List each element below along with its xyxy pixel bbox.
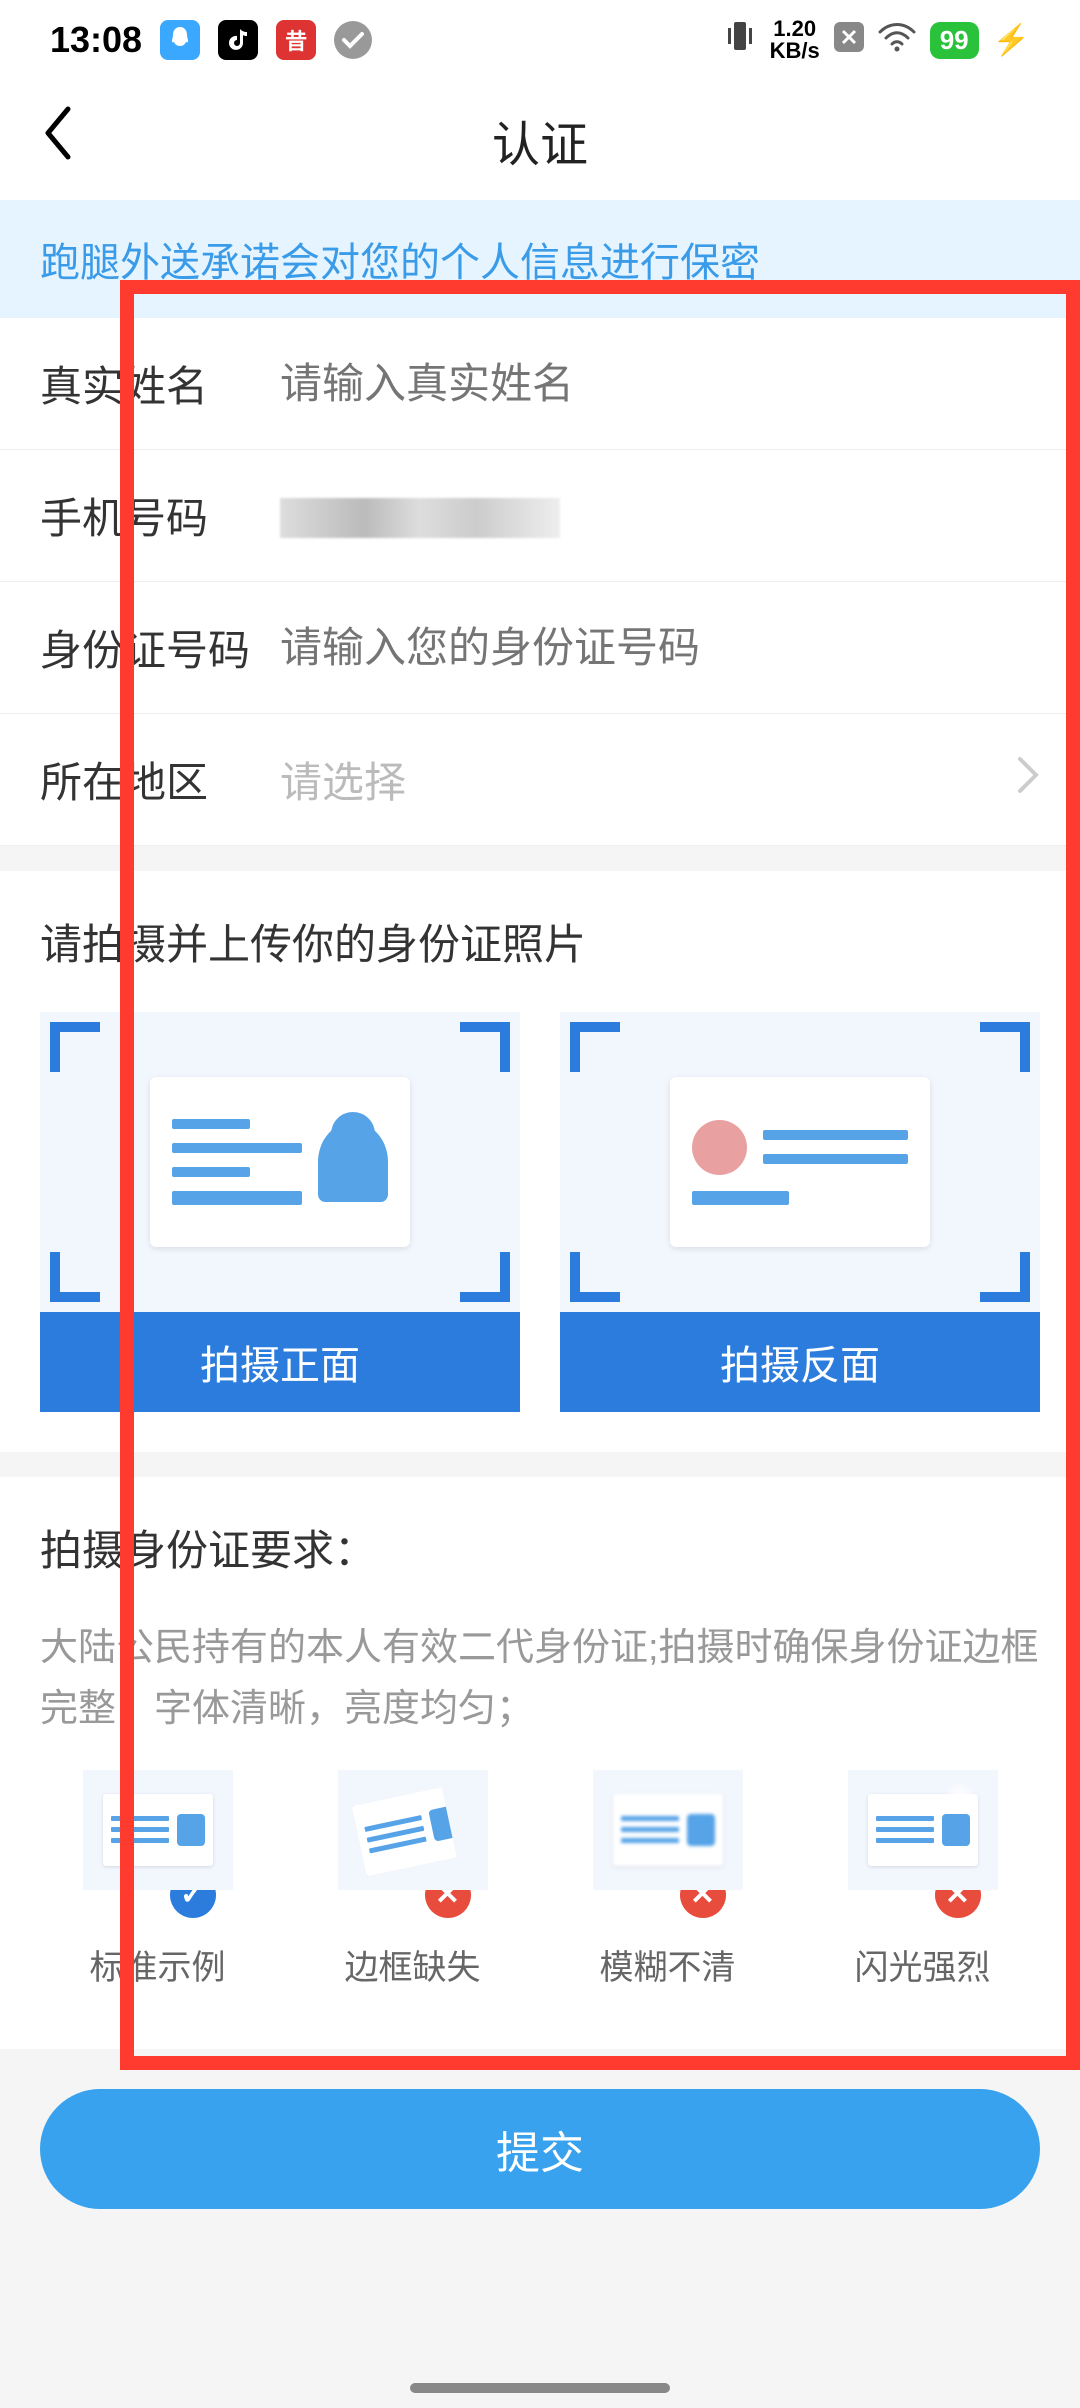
- wifi-icon: [878, 19, 916, 61]
- example-label: 模糊不清: [600, 1940, 736, 1989]
- form-section: 真实姓名 手机号码 身份证号码 所在地区 请选择: [0, 318, 1080, 846]
- corner-icon: [570, 1252, 620, 1302]
- capture-section: 请拍摄并上传你的身份证照片: [0, 871, 1080, 1452]
- app-icon-red: 昔: [276, 20, 316, 60]
- example-standard-img: [83, 1770, 233, 1890]
- capture-front-button[interactable]: 拍摄正面: [40, 1312, 520, 1412]
- person-icon: [318, 1122, 388, 1202]
- status-left: 13:08 昔: [50, 19, 372, 61]
- speed-value: 1.20: [770, 18, 820, 40]
- corner-icon: [50, 1252, 100, 1302]
- row-id-number: 身份证号码: [0, 582, 1080, 714]
- idnum-input[interactable]: [280, 624, 1040, 672]
- name-label: 真实姓名: [40, 353, 280, 414]
- chevron-right-icon: [1016, 755, 1040, 805]
- example-label: 闪光强烈: [855, 1940, 991, 1989]
- submit-button[interactable]: 提交: [40, 2089, 1040, 2209]
- example-standard: ✓ 标准示例: [40, 1770, 275, 1989]
- emblem-icon: [692, 1120, 747, 1175]
- id-front-illustration: [150, 1077, 410, 1247]
- charging-icon: ⚡: [993, 23, 1030, 58]
- corner-icon: [50, 1022, 100, 1072]
- app-icon-qq: [160, 20, 200, 60]
- row-region[interactable]: 所在地区 请选择: [0, 714, 1080, 846]
- example-label: 边框缺失: [345, 1940, 481, 1989]
- example-border-img: [338, 1770, 488, 1890]
- row-real-name: 真实姓名: [0, 318, 1080, 450]
- back-button[interactable]: [40, 105, 74, 175]
- example-blurry-img: [593, 1770, 743, 1890]
- status-bar: 13:08 昔 1.20 KB/s 99 ⚡: [0, 0, 1080, 80]
- privacy-banner: 跑腿外送承诺会对您的个人信息进行保密: [0, 200, 1080, 318]
- region-label: 所在地区: [40, 749, 280, 810]
- corner-icon: [460, 1022, 510, 1072]
- examples-row: ✓ 标准示例 ✕ 边框缺失 ✕ 模糊不清 ✕ 闪光强烈: [40, 1770, 1040, 2009]
- example-flash: ✕ 闪光强烈: [805, 1770, 1040, 1989]
- requirements-title: 拍摄身份证要求：: [40, 1517, 1040, 1578]
- status-time: 13:08: [50, 19, 142, 61]
- vibrate-icon: [724, 18, 756, 63]
- id-front-preview[interactable]: [40, 1012, 520, 1312]
- check-icon: [334, 21, 372, 59]
- requirements-desc: 大陆公民持有的本人有效二代身份证;拍摄时确保身份证边框完整，字体清晰，亮度均匀；: [40, 1618, 1040, 1740]
- close-square-icon: [834, 19, 864, 61]
- phone-value[interactable]: [280, 492, 1040, 540]
- speed-unit: KB/s: [770, 40, 820, 62]
- banner-text: 跑腿外送承诺会对您的个人信息进行保密: [40, 241, 760, 285]
- capture-front-label: 拍摄正面: [200, 1333, 360, 1391]
- header: 认证: [0, 80, 1080, 200]
- capture-card-front: 拍摄正面: [40, 1012, 520, 1412]
- region-value: 请选择: [280, 749, 1016, 810]
- submit-label: 提交: [496, 2117, 584, 2181]
- submit-wrap: 提交: [0, 2049, 1080, 2249]
- phone-label: 手机号码: [40, 485, 280, 546]
- requirements-section: 拍摄身份证要求： 大陆公民持有的本人有效二代身份证;拍摄时确保身份证边框完整，字…: [0, 1477, 1080, 2049]
- status-right: 1.20 KB/s 99 ⚡: [724, 18, 1030, 63]
- row-phone: 手机号码: [0, 450, 1080, 582]
- example-flash-img: [848, 1770, 998, 1890]
- example-border-missing: ✕ 边框缺失: [295, 1770, 530, 1989]
- home-indicator[interactable]: [410, 2383, 670, 2393]
- corner-icon: [980, 1022, 1030, 1072]
- corner-icon: [570, 1022, 620, 1072]
- id-back-illustration: [670, 1077, 930, 1247]
- corner-icon: [460, 1252, 510, 1302]
- app-icon-tiktok: [218, 20, 258, 60]
- id-back-preview[interactable]: [560, 1012, 1040, 1312]
- idnum-label: 身份证号码: [40, 617, 280, 678]
- capture-title: 请拍摄并上传你的身份证照片: [40, 911, 1040, 972]
- capture-back-label: 拍摄反面: [720, 1333, 880, 1391]
- network-speed: 1.20 KB/s: [770, 18, 820, 62]
- example-label: 标准示例: [90, 1940, 226, 1989]
- capture-back-button[interactable]: 拍摄反面: [560, 1312, 1040, 1412]
- battery-badge: 99: [930, 22, 979, 59]
- capture-row: 拍摄正面: [40, 1012, 1040, 1412]
- capture-card-back: 拍摄反面: [560, 1012, 1040, 1412]
- phone-redacted: [280, 498, 560, 538]
- corner-icon: [980, 1252, 1030, 1302]
- name-input[interactable]: [280, 360, 1040, 408]
- example-blurry: ✕ 模糊不清: [550, 1770, 785, 1989]
- page-title: 认证: [492, 105, 588, 175]
